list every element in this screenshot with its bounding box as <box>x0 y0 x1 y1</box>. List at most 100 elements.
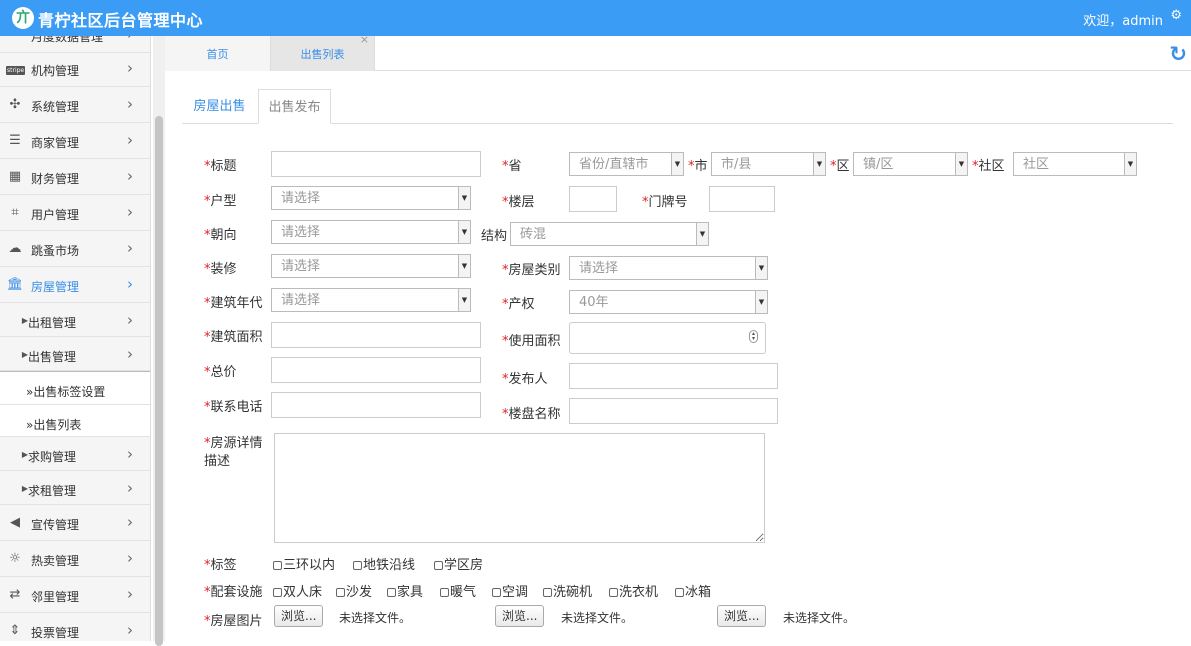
scrollbar-thumb[interactable] <box>155 116 163 646</box>
estate-input[interactable] <box>569 398 778 424</box>
city-select[interactable]: 市/县 ▼ <box>711 152 826 176</box>
tab-sale-list[interactable]: 出售列表 × <box>271 33 375 71</box>
facilities-label: *配套设施 <box>204 585 263 600</box>
chevron-down-icon: ▼ <box>671 153 683 175</box>
sidebar-item-market[interactable]: ☁ 跳蚤市场 › <box>0 231 150 267</box>
sidebar-item-label: 求购管理 <box>28 450 77 464</box>
gear-icon[interactable]: ⚙ <box>1170 8 1182 23</box>
sidebar-item-finance[interactable]: ▦ 财务管理 › <box>0 159 150 195</box>
tab-house-sale[interactable]: 房屋出售 <box>182 89 257 124</box>
sidebar-item-rent[interactable]: ▶ 出租管理 › <box>0 303 150 337</box>
chevron-right-icon: › <box>127 585 133 603</box>
crop-icon: ⌗ <box>11 205 19 220</box>
sidebar-item-promo[interactable]: ◀ 宣传管理 › <box>0 505 150 541</box>
door-input[interactable] <box>709 186 775 212</box>
stepper-icon[interactable]: ▴ ▾ <box>749 330 758 343</box>
facility-checkbox[interactable]: 双人床 <box>273 581 322 600</box>
sidebar-item-sale-tags[interactable]: »出售标签设置 <box>0 371 150 405</box>
chevron-right-icon: › <box>127 36 133 43</box>
orientation-select[interactable]: 请选择 ▼ <box>271 220 471 244</box>
top-bar: 亣 青柠社区后台管理中心 欢迎，admin ⚙ <box>0 0 1191 36</box>
district-select[interactable]: 镇/区 ▼ <box>853 152 968 176</box>
browse-button[interactable]: 浏览... <box>495 605 545 627</box>
sidebar-scrollbar[interactable] <box>153 36 165 646</box>
sidebar-item-label: 月度数据管理 <box>31 36 104 44</box>
price-input[interactable] <box>271 357 481 383</box>
chevron-down-icon: ▼ <box>755 257 767 279</box>
chevron-down-icon: ▼ <box>696 223 708 245</box>
chevron-right-icon: › <box>127 59 133 77</box>
chevron-down-icon: ▼ <box>458 187 470 209</box>
sidebar-item-system[interactable]: ✣ 系统管理 › <box>0 87 150 123</box>
welcome-user[interactable]: 欢迎，admin <box>1083 10 1163 29</box>
build-year-select[interactable]: 请选择 ▼ <box>271 288 471 312</box>
sidebar-item-org[interactable]: stripe 机构管理 › <box>0 51 150 87</box>
volume-icon: ◀ <box>10 515 20 530</box>
title-input[interactable] <box>271 151 481 177</box>
facility-checkbox[interactable]: 空调 <box>492 581 528 600</box>
chevron-right-icon: › <box>127 513 133 531</box>
stripe-icon: stripe <box>6 66 26 75</box>
property-select[interactable]: 40年 ▼ <box>569 290 768 314</box>
price-label: *总价 <box>204 365 237 380</box>
chevron-down-icon: ▼ <box>458 289 470 311</box>
sidebar-item-merchant[interactable]: ☰ 商家管理 › <box>0 123 150 159</box>
province-select[interactable]: 省份/直辖市 ▼ <box>569 152 684 176</box>
chevron-right-icon: › <box>127 95 133 113</box>
calculator-icon: ▦ <box>8 169 22 184</box>
orientation-label: *朝向 <box>204 228 237 243</box>
publisher-input[interactable] <box>569 363 778 389</box>
sidebar-item-sale-list[interactable]: »出售列表 <box>0 405 150 437</box>
city-label: *市 <box>688 159 708 174</box>
browse-button[interactable]: 浏览... <box>274 605 324 627</box>
structure-select[interactable]: 砖混 ▼ <box>510 222 709 246</box>
property-label: *产权 <box>502 297 535 312</box>
sidebar-item-label: 财务管理 <box>31 172 80 186</box>
door-label: *门牌号 <box>642 195 688 210</box>
use-area-input[interactable]: ▴ ▾ <box>569 322 766 354</box>
facility-checkbox[interactable]: 冰箱 <box>675 581 711 600</box>
tag-checkbox[interactable]: 三环以内 <box>273 554 335 573</box>
sidebar-item-label: 宣传管理 <box>31 518 80 532</box>
floor-input[interactable] <box>569 186 617 212</box>
house-type-select[interactable]: 请选择 ▼ <box>569 256 768 280</box>
sidebar-item-seek-rent[interactable]: ▶ 求租管理 › <box>0 471 150 505</box>
sidebar-item-label: 投票管理 <box>31 626 80 640</box>
decoration-select[interactable]: 请选择 ▼ <box>271 254 471 278</box>
sidebar-item-label: »出售列表 <box>26 418 82 432</box>
sidebar-item-vote[interactable]: ⇕ 投票管理 › <box>0 613 150 641</box>
sidebar-item-sale[interactable]: ▶ 出售管理 › <box>0 337 150 371</box>
close-icon[interactable]: × <box>360 33 369 47</box>
sidebar-item-user[interactable]: ⌗ 用户管理 › <box>0 195 150 231</box>
chevron-right-icon: › <box>127 311 133 329</box>
community-select[interactable]: 社区 ▼ <box>1013 152 1137 176</box>
tab-home[interactable]: 首页 <box>165 36 271 71</box>
browse-button[interactable]: 浏览... <box>717 605 767 627</box>
facility-checkbox[interactable]: 家具 <box>387 581 423 600</box>
sidebar-item-label: 出售管理 <box>28 350 77 364</box>
facility-checkbox[interactable]: 洗衣机 <box>609 581 658 600</box>
chevron-right-icon: › <box>127 167 133 185</box>
tag-checkbox[interactable]: 地铁沿线 <box>353 554 415 573</box>
description-textarea[interactable] <box>274 433 765 543</box>
sidebar-item-hot[interactable]: ☼ 热卖管理 › <box>0 541 150 577</box>
facility-checkbox[interactable]: 暖气 <box>440 581 476 600</box>
sidebar-item-house[interactable]: 🏛 房屋管理 › <box>0 267 150 303</box>
chevron-right-icon: › <box>127 549 133 567</box>
tag-checkbox[interactable]: 学区房 <box>434 554 483 573</box>
house-type-label: *房屋类别 <box>502 263 561 278</box>
layout-select[interactable]: 请选择 ▼ <box>271 186 471 210</box>
page-tabs: 首页 出售列表 × <box>165 33 1191 71</box>
tab-sale-publish[interactable]: 出售发布 <box>258 89 331 124</box>
refresh-icon[interactable]: ↻ <box>1169 42 1187 66</box>
layout-label: *户型 <box>204 194 237 209</box>
phone-input[interactable] <box>271 392 481 418</box>
build-area-input[interactable] <box>271 322 481 348</box>
sidebar-item-neighbor[interactable]: ⇄ 邻里管理 › <box>0 577 150 613</box>
sidebar-item-buy[interactable]: ▶ 求购管理 › <box>0 437 150 471</box>
facility-checkbox[interactable]: 洗碗机 <box>543 581 592 600</box>
chevron-right-icon: › <box>127 131 133 149</box>
bank-icon: 🏛 <box>6 277 24 292</box>
facility-checkbox[interactable]: 沙发 <box>336 581 372 600</box>
decoration-label: *装修 <box>204 262 237 277</box>
